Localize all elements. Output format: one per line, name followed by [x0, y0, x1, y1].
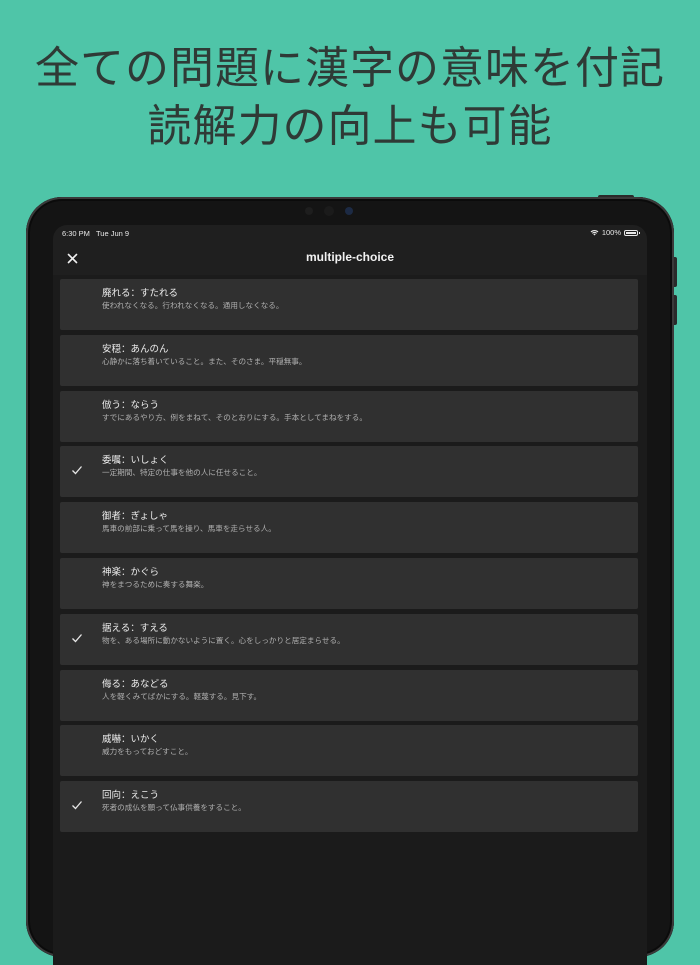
checkmark-icon — [72, 466, 82, 475]
list-item[interactable]: 廃れる：すたれる使われなくなる。行われなくなる。通用しなくなる。 — [60, 279, 638, 330]
item-meaning: 使われなくなる。行われなくなる。通用しなくなる。 — [102, 301, 284, 310]
checkmark-icon — [72, 801, 82, 810]
answer-list: 廃れる：すたれる 使われなくなる。行われなくなる。通用しなくなる。 安穏：あんのん心… — [60, 279, 638, 837]
item-meaning: 神をまつるために奏する舞楽。 — [102, 579, 209, 589]
item-term: 倣う：ならう — [102, 399, 160, 411]
item-term: 据える：すえる — [102, 622, 168, 634]
item-meaning: 威力をもっておどすこと。 — [102, 747, 193, 757]
item-term: 神楽：かぐら — [102, 566, 160, 578]
list-item[interactable]: 回向：えこう 死者の成仏を願って仏事供養をすること。 — [60, 781, 638, 833]
item-term: 御者：ぎょしゃ — [102, 511, 169, 523]
checkmark-icon — [72, 633, 82, 643]
item-meaning: 人を軽くみてばかにする。軽蔑する。見下す。 — [102, 691, 262, 701]
item-meaning: 心静かに落ち着いていること。また、そのさま。平穏無事。 — [102, 356, 307, 366]
page-title: multiple-choice — [305, 250, 394, 264]
list-item[interactable]: 倣う：ならう すでにあるやり方、例をまねて、そのとおりにする。手本としてまねをする… — [60, 390, 638, 442]
item-term: 回向：えこう — [102, 790, 160, 802]
tablet-frame: 6:30 PM Tue Jun 9 100% multiple-choice 廃… — [26, 197, 674, 965]
navigation-bar: multiple-choice — [53, 241, 647, 275]
battery-icon — [624, 229, 640, 236]
item-term: 廃れる：すたれる — [102, 288, 179, 299]
item-meaning: 一定期間、特定の仕事を他の人に任せること。 — [102, 468, 262, 478]
app-screen: 6:30 PM Tue Jun 9 100% multiple-choice 廃… — [53, 225, 647, 965]
list-item[interactable]: 委嘱：いしょく 一定期間、特定の仕事を他の人に任せること。 — [60, 446, 638, 498]
sensor-icon — [345, 207, 353, 215]
status-right: 100% — [590, 228, 640, 237]
list-item[interactable]: 安穏：あんのん 心静かに落ち着いていること。また、そのさま。平穏無事。 — [60, 334, 638, 386]
item-term: 侮る：あなどる — [102, 678, 169, 690]
list-item[interactable]: 神楽：かぐら 神をまつるために奏する舞楽。 — [60, 557, 638, 609]
status-bar: 6:30 PM Tue Jun 9 100% — [53, 225, 647, 241]
item-meaning: 馬車の前部に乗って馬を操り、馬車を走らせる人。 — [102, 524, 276, 534]
sensor-icon — [305, 207, 313, 215]
battery-percent: 100% — [601, 228, 621, 237]
list-item[interactable]: 御者：ぎょしゃ 馬車の前部に乗って馬を操り、馬車を走らせる人。 — [60, 502, 638, 554]
camera-icon — [324, 206, 334, 216]
status-date: Tue Jun 9 — [96, 229, 130, 238]
item-meaning: すでにあるやり方、例をまねて、そのとおりにする。手本としてまねをする。 — [102, 412, 367, 422]
list-item[interactable]: 威嚇：いかく 威力をもっておどすこと。 — [60, 725, 638, 777]
promo-headline: 全ての問題に漢字の意味を付記 読解力の向上も可能 — [0, 40, 700, 156]
item-term: 安穏：あんのん — [102, 343, 169, 355]
headline-line-1: 全ての問題に漢字の意味を付記 — [35, 43, 665, 94]
headline-line-2: 読解力の向上も可能 — [147, 101, 553, 152]
item-term: 威嚇：いかく — [102, 734, 160, 746]
list-item[interactable]: 侮る：あなどる 人を軽くみてばかにする。軽蔑する。見下す。 — [60, 669, 638, 721]
item-meaning: 物を、ある場所に動かないように置く。心をしっかりと居定まらせる。 — [102, 635, 345, 645]
status-time: 6:30 PM — [62, 229, 90, 238]
item-meaning: 死者の成仏を願って仏事供養をすること。 — [102, 803, 246, 813]
list-item[interactable]: 据える：すえる 物を、ある場所に動かないように置く。心をしっかりと居定まらせる。 — [60, 613, 638, 665]
item-term: 委嘱：いしょく — [102, 455, 169, 467]
wifi-icon — [590, 229, 599, 236]
